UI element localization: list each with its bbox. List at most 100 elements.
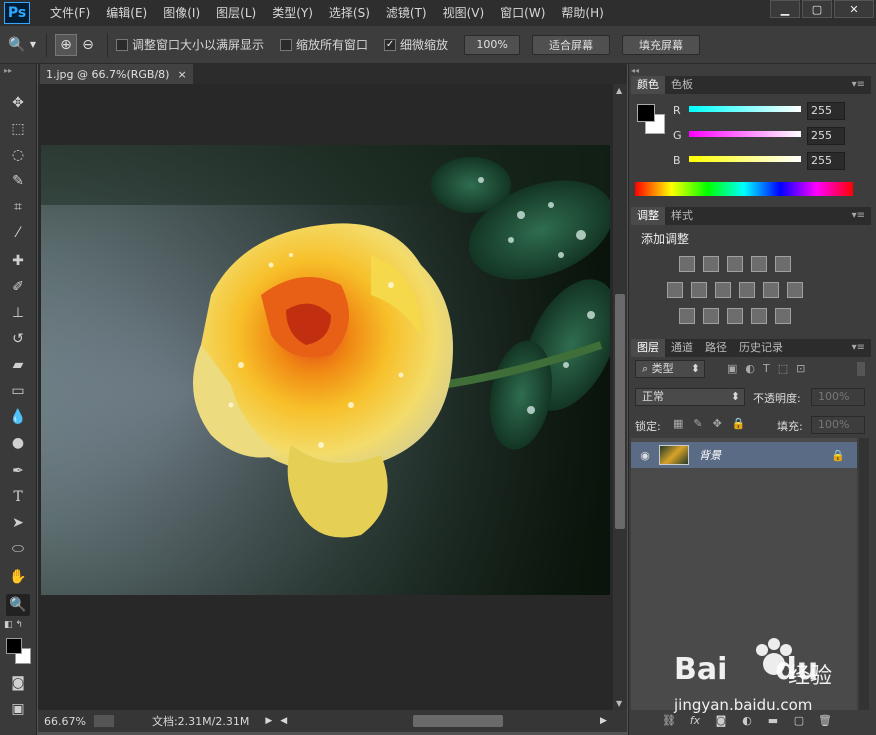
tab-styles[interactable]: 样式 [665, 207, 699, 225]
levels-icon[interactable] [703, 256, 719, 272]
close-button[interactable]: ✕ [834, 0, 874, 18]
delete-layer-icon[interactable]: 🗑 [815, 714, 835, 727]
gradient-tool-icon[interactable]: ▭ [6, 380, 30, 402]
brush-tool-icon[interactable]: ✐ [6, 276, 30, 298]
vertical-scrollbar[interactable]: ▲ ▼ [613, 84, 627, 710]
adjust-filter-icon[interactable]: ◐ [745, 362, 755, 375]
document-tab[interactable]: 1.jpg @ 66.7%(RGB/8) × [40, 64, 193, 84]
zoom-tool-icon[interactable]: 🔍 [6, 34, 28, 56]
panel-menu-icon[interactable]: ▾≡ [852, 342, 865, 353]
type-tool-icon[interactable]: T [6, 486, 30, 508]
lasso-tool-icon[interactable]: ◌ [6, 144, 30, 166]
scroll-left-icon[interactable]: ◀ [280, 716, 287, 726]
scroll-up-icon[interactable]: ▲ [616, 86, 622, 95]
blur-tool-icon[interactable]: 💧 [6, 406, 30, 428]
quick-select-icon[interactable]: ✎ [6, 170, 30, 192]
opacity-input[interactable]: 100% [811, 388, 865, 406]
tab-history[interactable]: 历史记录 [733, 339, 789, 357]
resize-windows-checkbox[interactable]: 调整窗口大小以满屏显示 [116, 36, 264, 53]
vibrance-icon[interactable] [775, 256, 791, 272]
hue-saturation-icon[interactable] [667, 282, 683, 298]
chevron-down-icon[interactable]: ▼ [28, 34, 38, 56]
zoom-out-icon[interactable]: ⊖ [77, 34, 99, 56]
tab-paths[interactable]: 路径 [699, 339, 733, 357]
menu-item[interactable]: 图层(L) [208, 0, 264, 26]
collapse-panels-icon[interactable]: ◂◂ [631, 66, 639, 75]
healing-brush-icon[interactable]: ✚ [6, 250, 30, 272]
gradient-map-icon[interactable] [775, 308, 791, 324]
lock-all-icon[interactable]: 🔒 [732, 417, 746, 430]
minimize-button[interactable]: ▁ [770, 0, 800, 18]
lock-transparent-icon[interactable]: ▦ [673, 417, 683, 430]
lock-pixels-icon[interactable]: ✎ [693, 417, 702, 430]
dodge-tool-icon[interactable]: ● [6, 432, 30, 454]
eraser-tool-icon[interactable]: ▰ [6, 354, 30, 376]
brightness-icon[interactable] [679, 256, 695, 272]
new-adjustment-icon[interactable]: ◐ [737, 714, 757, 727]
invert-icon[interactable] [679, 308, 695, 324]
zoom-100-button[interactable]: 100% [464, 34, 521, 55]
history-brush-icon[interactable]: ↺ [6, 328, 30, 350]
checkbox-box[interactable] [116, 38, 128, 51]
menu-item[interactable]: 选择(S) [321, 0, 378, 26]
photo-filter-icon[interactable] [739, 282, 755, 298]
menu-item[interactable]: 窗口(W) [492, 0, 553, 26]
selective-color-icon[interactable] [751, 308, 767, 324]
hand-tool-icon[interactable]: ✋ [6, 566, 30, 588]
checkbox-box[interactable] [280, 38, 293, 51]
default-colors-icon[interactable]: ◧ ↰ [4, 620, 23, 630]
color-lookup-icon[interactable] [787, 282, 803, 298]
document-image[interactable] [41, 145, 610, 595]
b-value-input[interactable]: 255 [807, 152, 845, 170]
blend-mode-dropdown[interactable]: 正常 ⬍ [635, 388, 745, 406]
status-info-icon[interactable] [93, 715, 114, 727]
zoom-all-checkbox[interactable]: 缩放所有窗口 [280, 36, 368, 53]
menu-item[interactable]: 滤镜(T) [378, 0, 435, 26]
tab-color[interactable]: 颜色 [631, 76, 665, 94]
marquee-tool-icon[interactable]: ⬚ [6, 118, 30, 140]
scroll-right-icon[interactable]: ▶ [600, 716, 607, 726]
scrubby-zoom-checkbox[interactable]: ✓ 细微缩放 [384, 36, 448, 53]
vertical-scroll-thumb[interactable] [615, 294, 625, 529]
scroll-down-icon[interactable]: ▼ [616, 699, 622, 708]
type-filter-icon[interactable]: T [763, 362, 770, 375]
exposure-icon[interactable] [751, 256, 767, 272]
pen-tool-icon[interactable]: ✒ [6, 460, 30, 482]
screen-mode-icon[interactable]: ▣ [6, 698, 30, 720]
color-balance-icon[interactable] [691, 282, 707, 298]
fill-screen-button[interactable]: 填充屏幕 [622, 34, 701, 55]
shape-filter-icon[interactable]: ⬚ [778, 362, 788, 375]
menu-item[interactable]: 帮助(H) [553, 0, 611, 26]
layer-filter-dropdown[interactable]: ⌕ 类型 ⬍ [635, 360, 705, 378]
path-select-icon[interactable]: ➤ [6, 512, 30, 534]
zoom-in-icon[interactable]: ⊕ [55, 33, 77, 56]
tab-adjustments[interactable]: 调整 [631, 207, 665, 225]
menu-item[interactable]: 编辑(E) [98, 0, 155, 26]
r-slider[interactable] [689, 106, 801, 112]
menu-item[interactable]: 图像(I) [155, 0, 208, 26]
layer-row-background[interactable]: ◉ 背景 🔒 [631, 442, 857, 468]
foreground-color-swatch[interactable] [6, 638, 22, 654]
link-layers-icon[interactable]: ⛓ [659, 714, 679, 727]
fit-screen-button[interactable]: 适合屏幕 [532, 34, 611, 55]
stamp-tool-icon[interactable]: ⊥ [6, 302, 30, 324]
layers-scrollbar[interactable] [859, 438, 869, 710]
close-tab-icon[interactable]: × [177, 68, 186, 81]
checkmark-icon[interactable]: ✓ [384, 38, 397, 51]
quick-mask-icon[interactable]: ◙ [6, 672, 30, 694]
curves-icon[interactable] [727, 256, 743, 272]
pixel-filter-icon[interactable]: ▣ [727, 362, 737, 375]
tab-layers[interactable]: 图层 [631, 339, 665, 357]
menu-item[interactable]: 视图(V) [435, 0, 493, 26]
tab-swatches[interactable]: 色板 [665, 76, 699, 94]
smart-filter-icon[interactable]: ⊡ [796, 362, 805, 375]
collapse-icon[interactable]: ▸▸ [4, 66, 12, 75]
crop-tool-icon[interactable]: ⌗ [6, 196, 30, 218]
eye-icon[interactable]: ◉ [631, 449, 659, 462]
fx-icon[interactable]: fx [685, 714, 705, 727]
menu-item[interactable]: 文件(F) [42, 0, 98, 26]
new-group-icon[interactable]: ▬ [763, 714, 783, 727]
lock-position-icon[interactable]: ✥ [713, 417, 722, 430]
fill-input[interactable]: 100% [811, 416, 865, 434]
black-white-icon[interactable] [715, 282, 731, 298]
